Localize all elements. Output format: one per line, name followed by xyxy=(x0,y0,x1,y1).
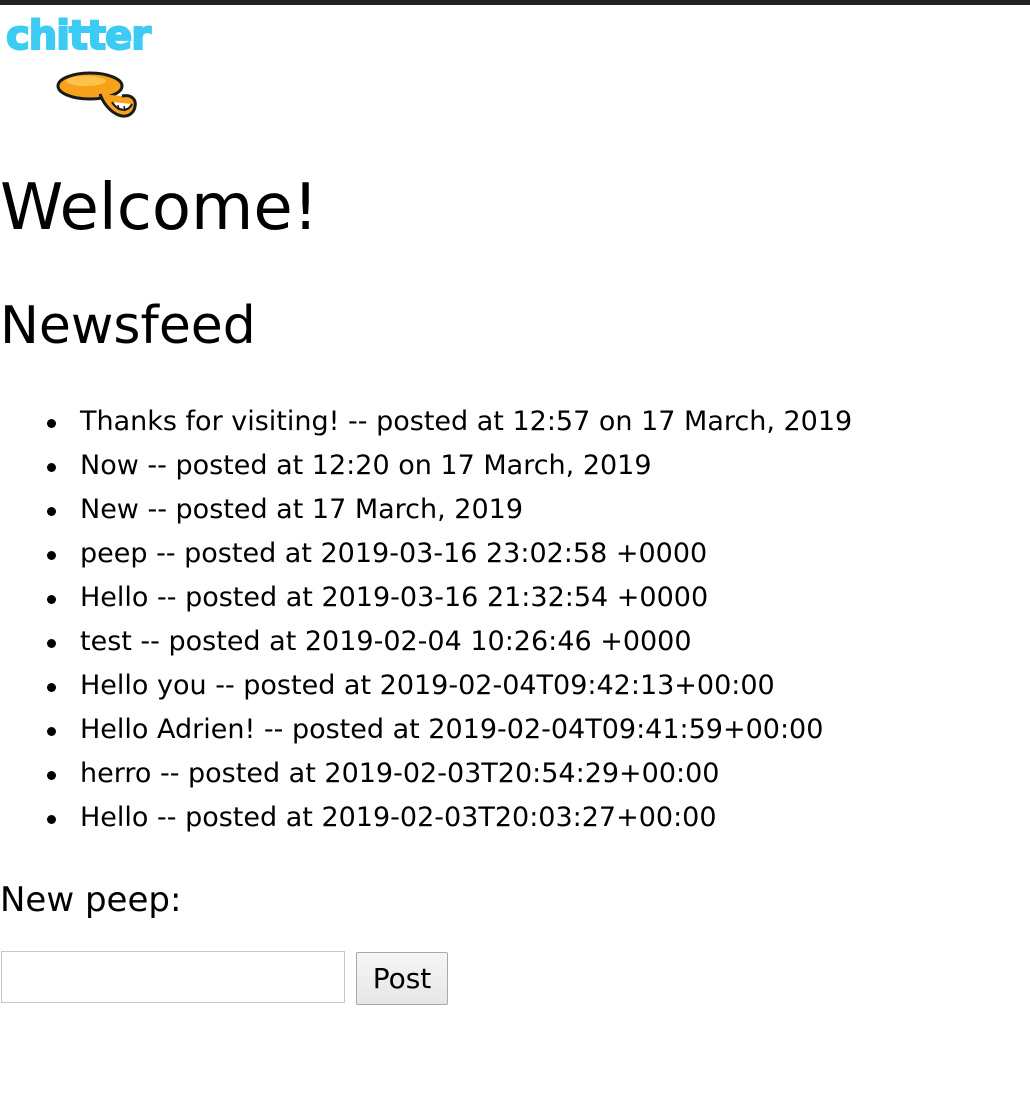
list-item: Hello -- posted at 2019-02-03T20:03:27+0… xyxy=(47,796,1010,840)
welcome-heading: Welcome! xyxy=(0,171,319,245)
bullet-icon xyxy=(47,815,56,824)
list-item: Hello -- posted at 2019-03-16 21:32:54 +… xyxy=(47,576,1010,620)
list-item: Hello Adrien! -- posted at 2019-02-04T09… xyxy=(47,708,1010,752)
peep-text: Hello -- posted at 2019-03-16 21:32:54 +… xyxy=(80,582,709,613)
list-item: Thanks for visiting! -- posted at 12:57 … xyxy=(47,400,1010,444)
list-item: New -- posted at 17 March, 2019 xyxy=(47,488,1010,532)
new-peep-label: New peep: xyxy=(0,880,182,920)
bullet-icon xyxy=(47,419,56,428)
list-item: Now -- posted at 12:20 on 17 March, 2019 xyxy=(47,444,1010,488)
list-item: test -- posted at 2019-02-04 10:26:46 +0… xyxy=(47,620,1010,664)
peep-text: New -- posted at 17 March, 2019 xyxy=(80,494,524,525)
chitter-bird-logo-icon xyxy=(56,71,137,118)
list-item: Hello you -- posted at 2019-02-04T09:42:… xyxy=(47,664,1010,708)
new-peep-input[interactable] xyxy=(1,951,345,1003)
peep-text: Hello -- posted at 2019-02-03T20:03:27+0… xyxy=(80,802,717,833)
bullet-icon xyxy=(47,463,56,472)
chitter-logo[interactable]: chitter xyxy=(5,10,196,128)
list-item: herro -- posted at 2019-02-03T20:54:29+0… xyxy=(47,752,1010,796)
bullet-icon xyxy=(47,551,56,560)
logo-text: chitter xyxy=(5,12,152,60)
peep-text: Hello Adrien! -- posted at 2019-02-04T09… xyxy=(80,714,824,745)
bullet-icon xyxy=(47,507,56,516)
bullet-icon xyxy=(47,727,56,736)
peep-text: peep -- posted at 2019-03-16 23:02:58 +0… xyxy=(80,538,708,569)
bullet-icon xyxy=(47,595,56,604)
bullet-icon xyxy=(47,639,56,648)
list-item: peep -- posted at 2019-03-16 23:02:58 +0… xyxy=(47,532,1010,576)
newsfeed-list: Thanks for visiting! -- posted at 12:57 … xyxy=(0,400,1010,840)
bullet-icon xyxy=(47,771,56,780)
peep-text: test -- posted at 2019-02-04 10:26:46 +0… xyxy=(80,626,692,657)
bullet-icon xyxy=(47,683,56,692)
post-button[interactable]: Post xyxy=(356,952,448,1005)
newsfeed-heading: Newsfeed xyxy=(0,296,256,356)
peep-text: herro -- posted at 2019-02-03T20:54:29+0… xyxy=(80,758,720,789)
peep-text: Now -- posted at 12:20 on 17 March, 2019 xyxy=(80,450,652,481)
top-border xyxy=(0,0,1030,5)
peep-text: Thanks for visiting! -- posted at 12:57 … xyxy=(80,406,853,437)
peep-text: Hello you -- posted at 2019-02-04T09:42:… xyxy=(80,670,775,701)
